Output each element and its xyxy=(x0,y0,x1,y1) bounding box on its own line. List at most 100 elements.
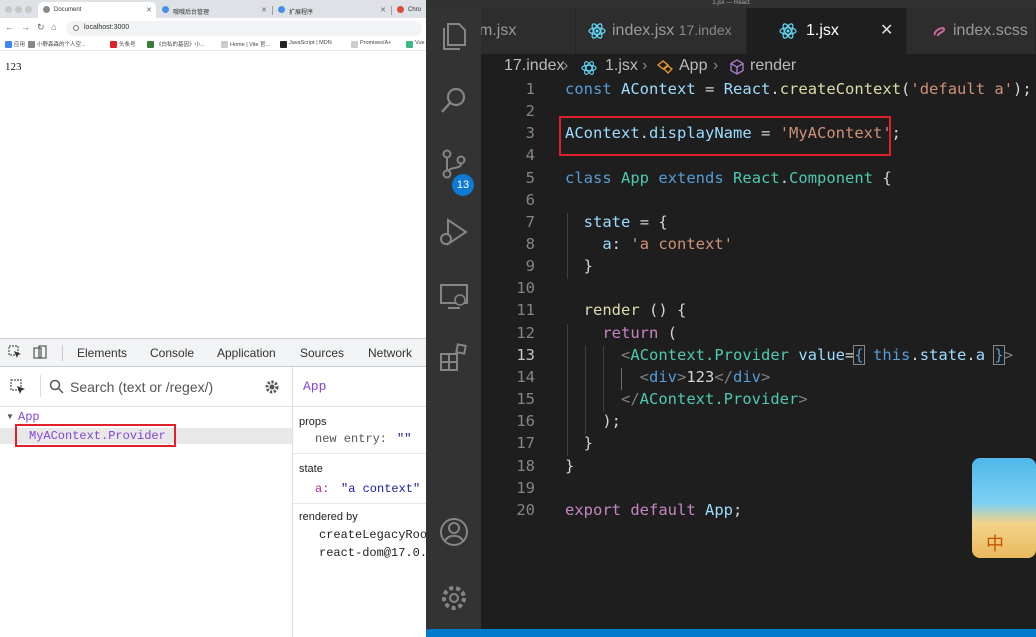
close-icon[interactable]: ✕ xyxy=(261,6,267,14)
line-number: 15 xyxy=(516,390,535,408)
close-icon[interactable]: ✕ xyxy=(146,6,152,14)
code-line-18: } xyxy=(565,457,574,475)
extensions-icon[interactable] xyxy=(438,342,470,374)
status-bar xyxy=(426,629,1036,637)
home-icon[interactable]: ⌂ xyxy=(51,22,56,32)
code-token: . xyxy=(966,346,976,364)
code-editor[interactable]: 1 2 3 4 5 6 7 8 9 10 11 12 13 14 15 16 1… xyxy=(481,78,1036,637)
remote-explorer-icon[interactable] xyxy=(438,280,470,312)
devtools-tab-sources[interactable]: Sources xyxy=(300,346,344,360)
code-token: > xyxy=(798,390,808,408)
code-token: ; xyxy=(733,501,743,519)
rendered-by-item[interactable]: react-dom@17.0.2 xyxy=(319,546,426,560)
react-icon xyxy=(581,61,597,75)
chevron-down-icon[interactable]: ▼ xyxy=(6,412,14,421)
browser-tab-admin[interactable]: 哦哦后台管理 ✕ xyxy=(157,2,271,18)
search-icon[interactable] xyxy=(438,84,470,116)
bookmark-label: Home | Vite 官... xyxy=(230,42,271,48)
bookmark-item[interactable]: JavaScript | MDN xyxy=(280,40,332,48)
line-number: 12 xyxy=(516,324,535,342)
select-component-icon[interactable] xyxy=(10,379,26,395)
code-token: > xyxy=(1003,346,1014,364)
code-token: React xyxy=(723,80,771,98)
editor-tab[interactable]: index.jsx 17.index xyxy=(576,8,747,54)
bookmark-label: 小野森森的个人空... xyxy=(37,42,86,48)
bookmark-label: Promises/A+ xyxy=(360,40,392,46)
code-line-20: export default App; xyxy=(565,501,742,519)
bookmark-item[interactable]: Vue xyxy=(406,40,425,48)
browser-tab-chrome[interactable]: Chro xyxy=(392,2,426,18)
editor-tab-active[interactable]: 1.jsx ✕ xyxy=(747,8,907,54)
reload-icon[interactable]: ↻ xyxy=(37,22,45,33)
class-symbol-icon xyxy=(657,60,673,74)
browser-tab-extensions[interactable]: 扩展程序 ✕ xyxy=(273,2,390,18)
editor-tab[interactable]: m.jsx xyxy=(481,8,576,54)
code-line-11: render () { xyxy=(565,301,687,319)
back-arrow-icon[interactable]: ← xyxy=(5,22,14,32)
code-token: createContext xyxy=(779,80,902,98)
state-key[interactable]: a: xyxy=(315,482,329,496)
search-icon xyxy=(49,379,64,394)
devtools-tab-elements[interactable]: Elements xyxy=(77,346,127,360)
apps-grid-icon xyxy=(5,41,12,48)
devtools-tab-application[interactable]: Application xyxy=(217,346,276,360)
code-token: 'a context' xyxy=(630,235,734,253)
bookmark-favicon-icon xyxy=(280,41,287,48)
code-token: </ xyxy=(621,390,640,408)
new-entry-value[interactable]: "" xyxy=(397,432,411,446)
device-toolbar-icon[interactable] xyxy=(33,345,47,359)
code-token: } xyxy=(565,457,575,475)
breadcrumb-folder[interactable]: 17.index xyxy=(504,57,565,75)
search-divider xyxy=(40,375,41,397)
breadcrumb-class[interactable]: App xyxy=(679,57,707,75)
screen: Document ✕ 哦哦后台管理 ✕ 扩展程序 ✕ Chro ← → ↻ ⌂ … xyxy=(0,0,1036,637)
devtools-tab-console[interactable]: Console xyxy=(150,346,194,360)
components-search-bar: Search (text or /regex/) xyxy=(0,367,292,407)
code-token: . xyxy=(910,346,920,364)
bookmark-item[interactable]: 小野森森的个人空... xyxy=(28,40,86,48)
gear-icon[interactable] xyxy=(264,379,280,395)
bookmark-favicon-icon xyxy=(28,41,35,48)
run-debug-icon[interactable] xyxy=(438,216,470,248)
state-value[interactable]: "a context" xyxy=(341,482,420,496)
search-input[interactable]: Search (text or /regex/) xyxy=(70,379,213,395)
forward-arrow-icon[interactable]: → xyxy=(21,22,30,32)
code-token: const xyxy=(565,80,612,98)
tree-node-app[interactable]: App xyxy=(18,410,40,424)
window-minimize-dot[interactable] xyxy=(15,6,22,13)
code-line-9: } xyxy=(565,257,593,275)
bookmark-item[interactable]: 头条号 xyxy=(110,40,136,48)
browser-tab-document[interactable]: Document ✕ xyxy=(38,2,156,18)
rendered-by-item[interactable]: createLegacyRoot xyxy=(319,528,426,542)
code-token: </ xyxy=(714,368,734,386)
inspect-element-icon[interactable] xyxy=(8,345,22,359)
bookmark-item[interactable]: Home | Vite 官... xyxy=(221,40,270,48)
breadcrumb-file[interactable]: 1.jsx xyxy=(605,57,638,75)
bookmark-item[interactable]: Promises/A+ xyxy=(351,40,392,48)
code-token: Provider xyxy=(723,390,799,408)
code-token: value xyxy=(798,346,846,364)
bookmark-item[interactable]: 《白私的基因》小... xyxy=(147,40,205,48)
account-icon[interactable] xyxy=(438,516,470,548)
address-bar[interactable]: localhost:3000 xyxy=(66,21,422,36)
code-token: return xyxy=(602,324,659,342)
floating-ime-widget[interactable]: 中 xyxy=(972,458,1036,558)
window-zoom-dot[interactable] xyxy=(25,6,32,13)
bookmark-label: 《白私的基因》小... xyxy=(156,42,205,48)
close-icon[interactable]: ✕ xyxy=(380,6,386,14)
component-inspector: App props new entry: "" state a: "a cont… xyxy=(292,367,426,637)
explorer-icon[interactable] xyxy=(438,20,470,52)
new-entry-key[interactable]: new entry: xyxy=(315,432,387,446)
window-close-dot[interactable] xyxy=(5,6,12,13)
close-icon[interactable]: ✕ xyxy=(880,20,893,40)
browser-window: Document ✕ 哦哦后台管理 ✕ 扩展程序 ✕ Chro ← → ↻ ⌂ … xyxy=(0,0,426,637)
browser-tab-label: 扩展程序 xyxy=(289,10,314,16)
code-token: . xyxy=(779,169,790,187)
editor-tab[interactable]: index.scss xyxy=(907,8,1036,54)
line-number: 10 xyxy=(516,279,535,297)
bookmark-apps[interactable]: 应用 xyxy=(5,40,25,48)
breadcrumb-method[interactable]: render xyxy=(750,57,796,75)
editor-tab-label: index.scss xyxy=(953,22,1028,39)
devtools-tab-network[interactable]: Network xyxy=(368,346,412,360)
gear-icon[interactable] xyxy=(438,582,470,614)
